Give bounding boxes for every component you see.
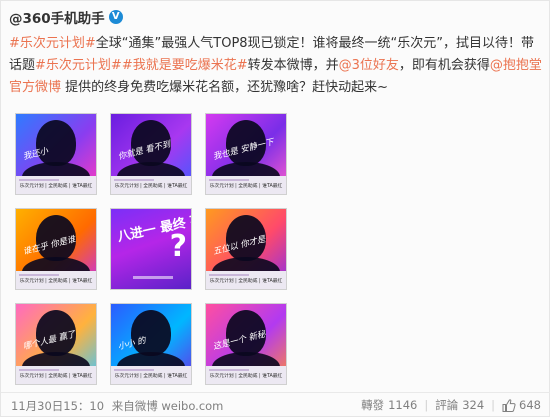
- divider: |: [424, 398, 429, 412]
- post-header: @360手机助手 V: [9, 7, 123, 27]
- question-mark-icon: ?: [169, 229, 187, 264]
- post-text-segment: 提供的终身免费吃爆米花名额，还犹豫啥？赶快动起来~: [61, 80, 389, 95]
- like-button[interactable]: 648: [502, 398, 541, 412]
- verified-badge-icon: V: [108, 10, 123, 24]
- post-text: #乐次元计划#全球“通集”最强人气TOP8现已锁定！谁将最终一统“乐次元”，拭目…: [9, 33, 547, 99]
- image-caption-text: 乐次元计划 | 全民助威 | 谁TA最红: [209, 374, 283, 379]
- caption-bar: [114, 179, 154, 181]
- hashtag-link[interactable]: #乐次元计划#: [35, 58, 122, 73]
- post-text-segment: ，即有机会获得: [398, 58, 490, 73]
- weibo-card: @360手机助手 V #乐次元计划#全球“通集”最强人气TOP8现已锁定！谁将最…: [0, 0, 550, 417]
- post-actions: 轉發 1146 | 評論 324 | 648: [361, 397, 541, 413]
- comment-count: 324: [462, 398, 485, 412]
- caption-bar: [209, 274, 249, 276]
- image-logo-bar: [133, 276, 173, 279]
- image-caption-band: 乐次元计划 | 全民助威 | 谁TA最红: [111, 176, 191, 194]
- image-caption-band: 乐次元计划 | 全民助威 | 谁TA最红: [206, 271, 286, 289]
- caption-bar: [209, 179, 249, 181]
- post-image-thumbnail[interactable]: 这是一个 新秘 乐次元计划 | 全民助威 | 谁TA最红: [205, 303, 287, 385]
- image-caption-band: 乐次元计划 | 全民助威 | 谁TA最红: [16, 366, 96, 384]
- post-image-thumbnail[interactable]: 哪个人最 赢了 乐次元计划 | 全民助威 | 谁TA最红: [15, 303, 97, 385]
- image-caption-band: 乐次元计划 | 全民助威 | 谁TA最红: [111, 366, 191, 384]
- image-caption-band: 乐次元计划 | 全民助威 | 谁TA最红: [206, 366, 286, 384]
- comment-label: 評論: [435, 398, 459, 412]
- hashtag-link[interactable]: #我就是要吃爆米花#: [122, 58, 248, 73]
- image-caption-band: 乐次元计划 | 全民助威 | 谁TA最红: [206, 176, 286, 194]
- image-caption-band: 乐次元计划 | 全民助威 | 谁TA最红: [16, 271, 96, 289]
- thumbs-up-icon: [502, 398, 516, 412]
- like-count: 648: [519, 398, 541, 412]
- image-caption-text: 乐次元计划 | 全民助威 | 谁TA最红: [114, 184, 188, 189]
- image-caption-text: 乐次元计划 | 全民助威 | 谁TA最红: [19, 279, 93, 284]
- post-text-segment: 转发本微博，并: [247, 58, 339, 73]
- post-image-thumbnail[interactable]: 八进一 最终 花落谁家?: [110, 208, 192, 290]
- post-image-thumbnail[interactable]: 我还小 乐次元计划 | 全民助威 | 谁TA最红: [15, 113, 97, 195]
- post-image-thumbnail[interactable]: 谁在乎 你是谁 乐次元计划 | 全民助威 | 谁TA最红: [15, 208, 97, 290]
- mention-link[interactable]: @3位好友: [339, 58, 399, 73]
- post-meta: 11月30日15：10 来自微博 weibo.com: [11, 398, 223, 414]
- repost-button[interactable]: 轉發 1146: [361, 397, 417, 413]
- repost-label: 轉發: [361, 398, 385, 412]
- post-image-thumbnail[interactable]: 我也是 安静一下 乐次元计划 | 全民助威 | 谁TA最红: [205, 113, 287, 195]
- post-image-thumbnail[interactable]: 五位以 你才是 乐次元计划 | 全民助威 | 谁TA最红: [205, 208, 287, 290]
- caption-bar: [19, 369, 59, 371]
- image-caption-text: 乐次元计划 | 全民助威 | 谁TA最红: [209, 279, 283, 284]
- post-footer: 11月30日15：10 来自微博 weibo.com 轉發 1146 | 評論 …: [1, 392, 550, 417]
- hashtag-link[interactable]: #乐次元计划#: [9, 36, 96, 51]
- post-source[interactable]: 来自微博 weibo.com: [112, 399, 224, 413]
- post-image-thumbnail[interactable]: 你就是 看不到 乐次元计划 | 全民助威 | 谁TA最红: [110, 113, 192, 195]
- post-time[interactable]: 11月30日15：10: [11, 399, 104, 413]
- comment-button[interactable]: 評論 324: [435, 397, 484, 413]
- image-caption-text: 乐次元计划 | 全民助威 | 谁TA最红: [19, 374, 93, 379]
- image-caption-band: 乐次元计划 | 全民助威 | 谁TA最红: [16, 176, 96, 194]
- caption-bar: [19, 179, 59, 181]
- username-link[interactable]: @360手机助手: [9, 7, 105, 27]
- caption-bar: [19, 274, 59, 276]
- caption-bar: [114, 369, 154, 371]
- image-caption-text: 乐次元计划 | 全民助威 | 谁TA最红: [114, 374, 188, 379]
- image-caption-text: 乐次元计划 | 全民助威 | 谁TA最红: [19, 184, 93, 189]
- caption-bar: [209, 369, 249, 371]
- post-image-thumbnail[interactable]: 小小 的乐次元计划 | 全民助威 | 谁TA最红: [110, 303, 192, 385]
- repost-count: 1146: [388, 398, 418, 412]
- image-caption-text: 乐次元计划 | 全民助威 | 谁TA最红: [209, 184, 283, 189]
- divider: |: [491, 398, 496, 412]
